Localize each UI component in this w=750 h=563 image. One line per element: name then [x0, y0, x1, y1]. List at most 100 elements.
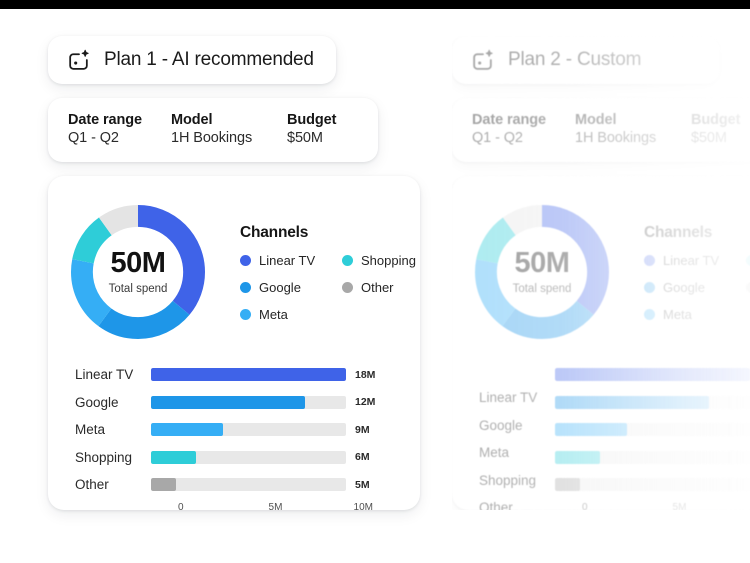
bar-fill — [555, 423, 628, 437]
ai-sparkle-icon — [66, 48, 91, 73]
donut-total-value: 50M — [514, 247, 570, 279]
legend-label: Meta — [663, 307, 692, 322]
bar-track — [151, 395, 346, 409]
legend-title: Channels — [644, 224, 713, 241]
bar-fill — [555, 478, 581, 492]
meta-label: Budget — [691, 112, 741, 128]
legend-item-meta[interactable]: Meta — [644, 307, 740, 322]
meta-field-model: Model 1H Bookings — [171, 112, 287, 146]
bar-category-label: Other — [75, 477, 109, 493]
channels-legend: Channels Linear TV Shopping Google — [644, 198, 750, 322]
legend-label: Linear TV — [259, 253, 316, 268]
channel-spend-bar-chart: Linear TV18MGoogle12MMeta9MShopping6MOth… — [452, 364, 750, 518]
axis-tick-label: 5M — [672, 501, 687, 513]
legend-label: Meta — [259, 307, 288, 322]
bar-value-label: 9M — [355, 423, 370, 436]
bar-track — [555, 423, 750, 437]
bar-track — [555, 478, 750, 492]
bar-fill — [151, 395, 306, 409]
bar-list: Linear TV 18M Google12M Meta9M Shopping6M Oth… — [48, 364, 420, 496]
legend-color-dot — [240, 309, 251, 320]
plan-2-meta-card: Date range Q1 - Q2 Model 1H Bookings Bud… — [452, 98, 750, 162]
meta-label: Model — [575, 112, 617, 128]
bar-track — [151, 478, 346, 492]
meta-field-date-range: Date range Q1 - Q2 — [68, 112, 171, 146]
plan-1-title-card[interactable]: Plan 1 - AI recommended — [48, 36, 336, 84]
plan-2-title: Plan 2 - Custom — [508, 49, 642, 70]
total-spend-donut-chart: 50M Total spend — [64, 198, 212, 346]
channel-spend-bar-chart: Linear TV 18M Google12M Meta9M Shopping6M Oth… — [48, 364, 420, 518]
bar-fill — [151, 478, 177, 492]
meta-field-date-range: Date range Q1 - Q2 — [472, 112, 575, 146]
plan-1-title: Plan 1 - AI recommended — [104, 49, 314, 70]
meta-label: Model — [171, 112, 213, 128]
bar-row[interactable]: Shopping 6M — [48, 447, 420, 469]
bar-track — [555, 450, 750, 464]
bar-fill — [555, 450, 600, 464]
bar-row[interactable]: Google 12M — [48, 392, 420, 414]
plan-2-title-card[interactable]: Plan 2 - Custom — [452, 36, 720, 84]
meta-value: 1H Bookings — [575, 130, 657, 146]
axis-tick-label: 0 — [178, 501, 184, 513]
meta-field-model: Model 1H Bookings — [575, 112, 691, 146]
legend-item-other[interactable]: Other — [746, 280, 750, 295]
bar-category-label: Meta — [479, 445, 510, 461]
ai-sparkle-icon — [470, 48, 495, 73]
plan-1-panel[interactable]: Plan 1 - AI recommended Date range Q1 - … — [48, 36, 420, 513]
legend-label: Google — [663, 280, 705, 295]
legend-label: Shopping — [361, 253, 416, 268]
meta-value: $50M — [691, 130, 727, 146]
legend-item-linear-tv[interactable]: Linear TV — [240, 253, 336, 268]
legend-color-dot — [746, 255, 750, 266]
meta-field-budget: Budget $50M — [691, 112, 740, 146]
bar-list: Linear TV18MGoogle12MMeta9MShopping6MOth… — [452, 364, 750, 515]
legend-grid: Linear TV Shopping Google Other — [240, 253, 416, 322]
bar-fill — [555, 395, 710, 409]
bar-value-label: 5M — [355, 478, 370, 491]
legend-color-dot — [644, 255, 655, 266]
bar-category-label: Google — [75, 394, 119, 410]
legend-item-meta[interactable]: Meta — [240, 307, 336, 322]
bar-value-label: 18M — [355, 368, 376, 381]
bar-row[interactable]: Other 5M — [48, 474, 420, 496]
meta-field-budget: Budget $50M — [287, 112, 336, 146]
donut-total-value: 50M — [110, 247, 166, 279]
bar-fill — [151, 423, 224, 437]
legend-title: Channels — [240, 224, 309, 241]
bar-category-label: Linear TV — [75, 367, 134, 383]
axis-tick-label: 0 — [582, 501, 588, 513]
legend-item-other[interactable]: Other — [342, 280, 416, 295]
plan-2-panel[interactable]: Plan 2 - Custom Date range Q1 - Q2 Model… — [452, 36, 750, 515]
legend-item-google[interactable]: Google — [644, 280, 740, 295]
legend-color-dot — [342, 282, 353, 293]
bar-row[interactable]: Linear TV 18M — [48, 364, 420, 386]
meta-label: Date range — [68, 112, 142, 128]
donut-and-legend-row: 50M Total spend Channels Linear TV Shopp — [452, 194, 750, 346]
legend-item-linear-tv[interactable]: Linear TV — [644, 253, 740, 268]
donut-total-label: Total spend — [108, 283, 168, 295]
legend-color-dot — [342, 255, 353, 266]
legend-color-dot — [644, 282, 655, 293]
donut-center-text: 50M Total spend — [468, 198, 616, 346]
plan-1-chart-card: 50M Total spend Channels Linear TV Shopp — [48, 176, 420, 513]
legend-label: Other — [361, 280, 394, 295]
bar-category-label: Other — [479, 500, 513, 516]
legend-item-shopping[interactable]: Shopping — [342, 253, 416, 268]
donut-total-label: Total spend — [512, 283, 572, 295]
meta-value: Q1 - Q2 — [472, 130, 523, 146]
bar-category-label: Shopping — [479, 472, 537, 488]
bar-value-label: 6M — [355, 451, 370, 464]
legend-color-dot — [746, 282, 750, 293]
legend-item-google[interactable]: Google — [240, 280, 336, 295]
legend-item-shopping[interactable]: Shopping — [746, 253, 750, 268]
bar-row[interactable]: Meta 9M — [48, 419, 420, 441]
meta-label: Date range — [472, 112, 546, 128]
total-spend-donut-chart: 50M Total spend — [468, 198, 616, 346]
bar-chart-x-axis: 05M10M — [178, 502, 373, 518]
legend-color-dot — [240, 282, 251, 293]
top-black-bar — [0, 0, 750, 9]
plan-1-meta-card: Date range Q1 - Q2 Model 1H Bookings Bud… — [48, 98, 378, 162]
bar-row[interactable]: Linear TV18M — [452, 364, 750, 405]
bar-fill — [151, 368, 346, 382]
bar-chart-x-axis: 05M10M — [582, 502, 750, 518]
